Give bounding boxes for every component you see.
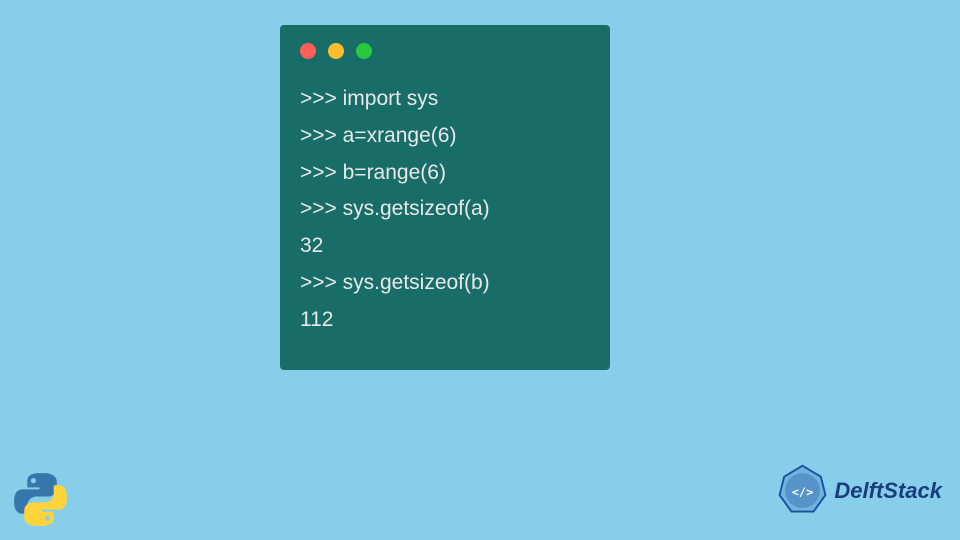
code-line: 32 [300,228,590,265]
python-logo-icon [8,467,73,532]
code-line: >>> b=range(6) [300,155,590,192]
brand-name: DelftStack [834,478,942,504]
close-icon [300,43,316,59]
minimize-icon [328,43,344,59]
terminal-window: >>> import sys >>> a=xrange(6) >>> b=ran… [280,25,610,370]
delftstack-logo: </> DelftStack [775,463,942,518]
code-line: >>> sys.getsizeof(b) [300,265,590,302]
code-line: >>> a=xrange(6) [300,118,590,155]
svg-text:</>: </> [792,485,814,499]
code-line: >>> import sys [300,81,590,118]
delftstack-badge-icon: </> [775,463,830,518]
maximize-icon [356,43,372,59]
window-controls [300,43,590,59]
code-line: 112 [300,302,590,339]
code-line: >>> sys.getsizeof(a) [300,191,590,228]
